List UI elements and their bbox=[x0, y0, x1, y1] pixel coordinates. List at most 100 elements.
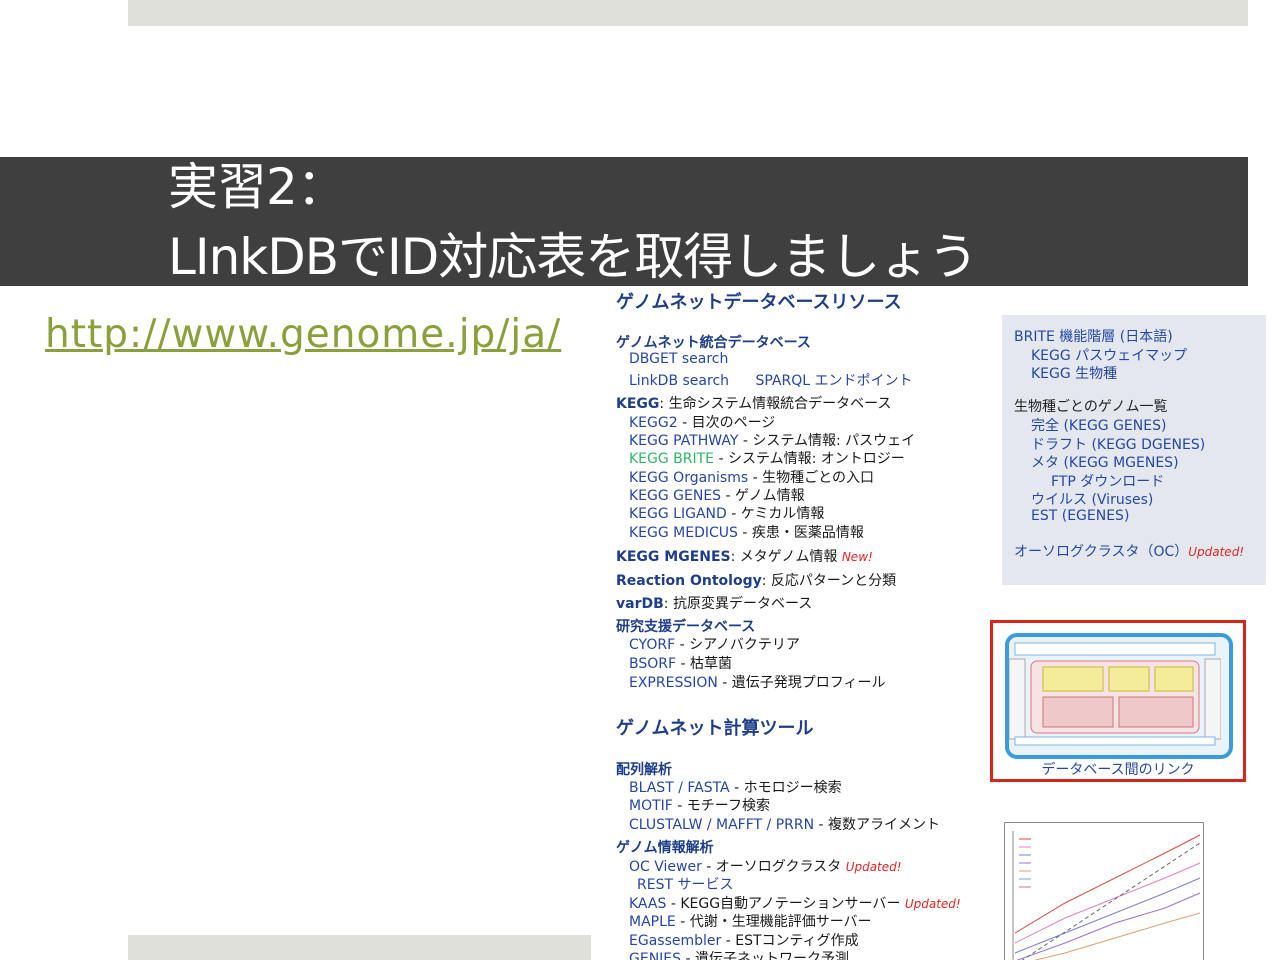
kegg-organisms-side-link[interactable]: KEGG 生物種 bbox=[1031, 363, 1117, 383]
genome-item: GENIES - 遺伝子ネットワーク予測 bbox=[629, 948, 849, 960]
slide-title-line-2: LInkDBでID対応表を取得しましょう bbox=[168, 228, 978, 286]
kegg-item: KEGG PATHWAY - システム情報: パスウェイ bbox=[629, 430, 915, 450]
kegg-genes-link[interactable]: KEGG GENES bbox=[629, 488, 721, 504]
linkdb-row: LinkDB search SPARQL エンドポイント bbox=[629, 370, 912, 390]
diagram-right-column bbox=[1204, 658, 1222, 740]
genomenet-screenshot: ゲノムネットデータベースリソース ゲノムネット統合データベース DBGET se… bbox=[600, 286, 1280, 960]
kegg-brite-link[interactable]: KEGG BRITE bbox=[629, 451, 714, 467]
updated-badge: Updated! bbox=[904, 897, 961, 911]
database-links-figure[interactable]: データベース間のリンク bbox=[990, 620, 1246, 782]
genies-link[interactable]: GENIES bbox=[629, 951, 681, 960]
bsorf-link[interactable]: BSORF bbox=[629, 656, 676, 672]
motif-link[interactable]: MOTIF bbox=[629, 798, 673, 814]
top-decoration-bar bbox=[128, 0, 1248, 26]
new-badge: New! bbox=[841, 550, 873, 564]
seq-item: MOTIF - モチーフ検索 bbox=[629, 795, 770, 815]
diagram-block bbox=[1042, 666, 1104, 692]
ftp-download-link[interactable]: FTP ダウンロード bbox=[1051, 471, 1164, 491]
egassembler-link[interactable]: EGassembler bbox=[629, 933, 721, 949]
meta-genomes-link[interactable]: メタ (KEGG MGENES) bbox=[1031, 452, 1179, 472]
maple-link[interactable]: MAPLE bbox=[629, 914, 676, 930]
kegg-desc: : 生命システム情報統合データベース bbox=[659, 396, 892, 412]
bottom-decoration-bar bbox=[128, 935, 591, 960]
tools-heading: ゲノムネット計算ツール bbox=[616, 718, 814, 739]
sparql-endpoint-link[interactable]: SPARQL エンドポイント bbox=[755, 373, 912, 389]
kegg-ligand-desc: - ケミカル情報 bbox=[726, 506, 825, 522]
research-item: EXPRESSION - 遺伝子発現プロフィール bbox=[629, 672, 886, 692]
database-growth-figure[interactable] bbox=[1004, 822, 1204, 960]
kegg-pathway-desc: - システム情報: パスウェイ bbox=[738, 433, 916, 449]
blast-fasta-link[interactable]: BLAST / FASTA bbox=[629, 780, 730, 796]
kegg-item: KEGG2 - 目次のページ bbox=[629, 412, 775, 432]
genome-item: OC Viewer - オーソログクラスタ Updated! bbox=[629, 856, 902, 876]
cyorf-link[interactable]: CYORF bbox=[629, 637, 675, 653]
resources-heading: ゲノムネットデータベースリソース bbox=[616, 292, 902, 313]
kegg-pathway-link[interactable]: KEGG PATHWAY bbox=[629, 433, 738, 449]
brite-link[interactable]: BRITE 機能階層 (日本語) bbox=[1014, 326, 1173, 346]
kegg-mgenes-row: KEGG MGENES: メタゲノム情報 New! bbox=[616, 546, 873, 566]
clustalw-link[interactable]: CLUSTALW / MAFFT / PRRN bbox=[629, 817, 814, 833]
slide-title-line-1: 実習2： bbox=[168, 158, 347, 216]
integrated-db-heading: ゲノムネット統合データベース bbox=[616, 335, 811, 351]
kegg-link[interactable]: KEGG bbox=[616, 396, 659, 412]
kegg-organisms-link[interactable]: KEGG Organisms bbox=[629, 470, 748, 486]
updated-badge: Updated! bbox=[1188, 545, 1245, 559]
complete-genomes-link[interactable]: 完全 (KEGG GENES) bbox=[1031, 415, 1166, 435]
blast-fasta-desc: - ホモロジー検索 bbox=[729, 780, 842, 796]
expression-link[interactable]: EXPRESSION bbox=[629, 675, 718, 691]
reaction-ontology-link[interactable]: Reaction Ontology bbox=[616, 573, 762, 589]
seq-item: CLUSTALW / MAFFT / PRRN - 複数アライメント bbox=[629, 814, 940, 834]
est-link[interactable]: EST (EGENES) bbox=[1031, 508, 1129, 524]
genome-item: KAAS - KEGG自動アノテーションサーバー Updated! bbox=[629, 893, 961, 913]
egassembler-desc: - ESTコンティグ作成 bbox=[721, 933, 859, 949]
genome-info-heading: ゲノム情報解析 bbox=[616, 840, 714, 856]
linkdb-search-link[interactable]: LinkDB search bbox=[629, 373, 729, 389]
kegg-medicus-link[interactable]: KEGG MEDICUS bbox=[629, 525, 738, 541]
dbget-search-link[interactable]: DBGET search bbox=[629, 351, 728, 367]
vardb-link[interactable]: varDB bbox=[616, 596, 664, 612]
kegg-genes-desc: - ゲノム情報 bbox=[721, 488, 805, 504]
clustalw-desc: - 複数アライメント bbox=[814, 817, 941, 833]
ortholog-cluster-link[interactable]: オーソログクラスタ（OC） bbox=[1014, 544, 1188, 560]
slide-title-band: 実習2： LInkDBでID対応表を取得しましょう bbox=[0, 157, 1248, 286]
kegg2-link[interactable]: KEGG2 bbox=[629, 415, 678, 431]
kegg-item: KEGG BRITE - システム情報: オントロジー bbox=[629, 448, 905, 468]
viruses-link[interactable]: ウイルス (Viruses) bbox=[1031, 489, 1153, 509]
genome-url-link[interactable]: http://www.genome.jp/ja/ bbox=[45, 312, 561, 357]
draft-genomes-link[interactable]: ドラフト (KEGG DGENES) bbox=[1031, 434, 1205, 454]
kegg-item: KEGG LIGAND - ケミカル情報 bbox=[629, 503, 824, 523]
genome-item: EGassembler - ESTコンティグ作成 bbox=[629, 930, 859, 950]
research-item: CYORF - シアノバクテリア bbox=[629, 634, 800, 654]
kegg-ligand-link[interactable]: KEGG LIGAND bbox=[629, 506, 727, 522]
kaas-desc: - KEGG自動アノテーションサーバー bbox=[666, 896, 905, 912]
sequence-analysis-heading: 配列解析 bbox=[616, 762, 672, 778]
ortholog-cluster-row: オーソログクラスタ（OC）Updated! bbox=[1014, 541, 1244, 561]
rest-service-link[interactable]: REST サービス bbox=[637, 874, 733, 894]
growth-curve bbox=[1016, 892, 1201, 960]
genome-list-heading: 生物種ごとのゲノム一覧 bbox=[1014, 399, 1168, 415]
growth-curve bbox=[1014, 877, 1201, 954]
growth-curve bbox=[1014, 862, 1201, 944]
diagram-block bbox=[1042, 696, 1114, 728]
seq-item: BLAST / FASTA - ホモロジー検索 bbox=[629, 777, 842, 797]
kaas-link[interactable]: KAAS bbox=[629, 896, 666, 912]
motif-desc: - モチーフ検索 bbox=[672, 798, 770, 814]
database-links-diagram bbox=[1005, 633, 1233, 759]
cyorf-desc: - シアノバクテリア bbox=[675, 637, 800, 653]
kegg-mgenes-link[interactable]: KEGG MGENES bbox=[616, 549, 731, 565]
genome-item: MAPLE - 代謝・生理機能評価サーバー bbox=[629, 911, 872, 931]
expression-desc: - 遺伝子発現プロフィール bbox=[717, 675, 886, 691]
diagram-block bbox=[1154, 666, 1194, 692]
kegg-pathway-map-link[interactable]: KEGG パスウェイマップ bbox=[1031, 345, 1187, 365]
database-growth-plot bbox=[1012, 831, 1201, 960]
growth-curve bbox=[1033, 912, 1201, 960]
diagram-block bbox=[1118, 696, 1194, 728]
growth-curve bbox=[1014, 834, 1201, 934]
kegg-mgenes-desc: : メタゲノム情報 bbox=[730, 549, 842, 565]
kegg-item: KEGG GENES - ゲノム情報 bbox=[629, 485, 805, 505]
side-panel: BRITE 機能階層 (日本語) KEGG パスウェイマップ KEGG 生物種 … bbox=[1002, 315, 1266, 585]
vardb-desc: : 抗原変異データベース bbox=[663, 596, 813, 612]
oc-viewer-link[interactable]: OC Viewer bbox=[629, 859, 702, 875]
research-item: BSORF - 枯草菌 bbox=[629, 653, 732, 673]
maple-desc: - 代謝・生理機能評価サーバー bbox=[675, 914, 872, 930]
